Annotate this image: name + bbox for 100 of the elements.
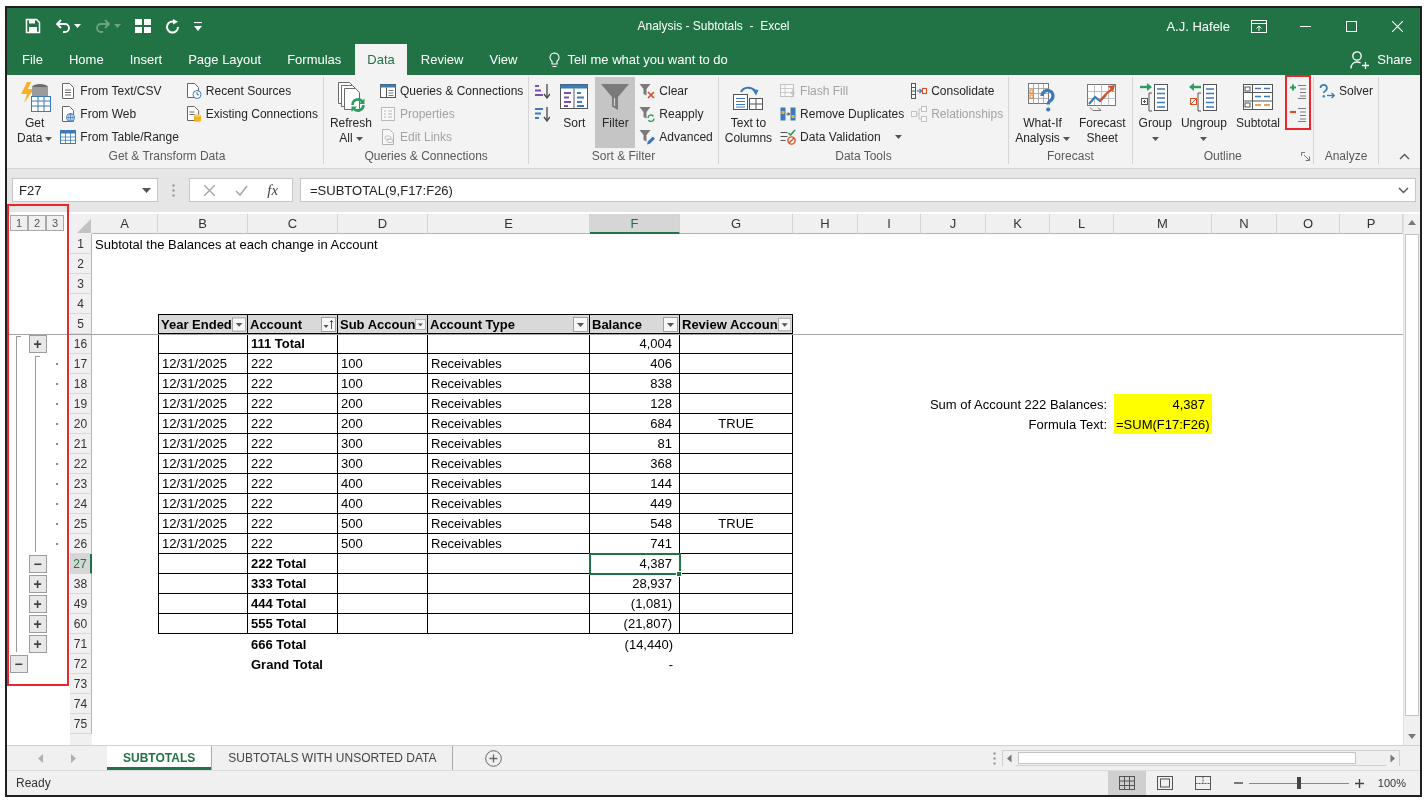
ribbon-button[interactable]: Consolidate [908,79,1007,102]
row-header[interactable]: 74 [70,694,92,714]
ribbon-tab[interactable]: Review [408,44,476,75]
row-header[interactable]: 1 [70,234,92,254]
outline-toggle-button[interactable]: + [28,335,47,353]
outline-level-button[interactable]: 3 [46,215,64,231]
ribbon-tab[interactable]: Page Layout [176,44,274,75]
ribbon-tab[interactable]: Formulas [275,44,354,75]
sheet-tab[interactable]: SUBTOTALS [107,746,213,770]
column-header[interactable]: I [858,214,921,234]
ribbon-button[interactable]: What-If Analysis [1011,77,1074,148]
column-header[interactable]: F [590,214,680,234]
column-header[interactable]: L [1050,214,1114,234]
outline-level-button[interactable]: 1 [10,215,28,231]
ribbon-button[interactable]: Sort [554,77,595,148]
formula-input[interactable]: =SUBTOTAL(9,F17:F26) [300,178,1416,202]
ribbon-button[interactable]: Get Data [13,77,57,148]
ribbon-tab[interactable]: View [477,44,530,75]
dropdown-box-icon[interactable] [573,316,588,332]
row-header[interactable]: 72 [70,654,92,674]
view-button[interactable] [1107,771,1146,795]
ribbon-button[interactable]: From Web [57,102,182,125]
outline-toggle-button[interactable]: + [28,595,47,613]
row-header[interactable]: 2 [70,254,92,274]
ribbon-button[interactable]: Remove Duplicates [777,102,908,125]
tell-me-search[interactable]: Tell me what you want to do [543,44,734,75]
ribbon-tab[interactable]: Data [355,44,407,75]
plus-icon[interactable] [1354,778,1364,788]
fill-handle[interactable] [676,571,682,577]
row-header[interactable]: 75 [70,714,92,734]
row-header[interactable]: 38 [70,574,92,594]
row-header[interactable]: 71 [70,634,92,654]
insert-function-button[interactable]: fx [267,181,279,199]
minus-icon[interactable] [1233,782,1243,784]
horizontal-scrollbar[interactable] [1002,750,1400,766]
ribbon-button[interactable]: Clear [636,79,716,102]
ribbon-button[interactable]: Subtotal [1231,77,1284,148]
column-header[interactable]: A [92,214,158,234]
ribbon-button[interactable]: Text to Columns [720,77,777,148]
chevron-up-icon[interactable] [1399,153,1410,160]
ribbon-button[interactable]: Reapply [636,102,716,125]
column-header[interactable]: G [680,214,793,234]
column-header[interactable]: B [158,214,248,234]
column-header[interactable]: H [793,214,858,234]
row-header[interactable]: 4 [70,294,92,314]
ribbon-button[interactable]: Ungroup [1176,77,1231,148]
outline-toggle-button[interactable]: + [28,575,47,593]
corner-arrow-icon[interactable] [1301,152,1310,161]
ribbon-button[interactable]: From Table/Range [57,125,182,148]
vertical-scrollbar[interactable] [1403,214,1420,745]
column-header[interactable]: D [338,214,428,234]
row-header[interactable]: 5 [70,314,92,334]
ribbon-button[interactable]: Data Validation [777,125,908,148]
row-header[interactable]: 17 [70,354,92,374]
dropdown-box-icon[interactable] [777,316,791,332]
ribbon-tab[interactable]: Home [56,44,116,75]
share-button[interactable]: Share [1344,44,1420,75]
ribbon-button[interactable]: Recent Sources [182,79,321,102]
outline-toggle-button[interactable]: + [28,615,47,633]
ribbon-tab[interactable]: File [10,44,55,75]
row-header[interactable]: 3 [70,274,92,294]
row-header[interactable]: 20 [70,414,92,434]
row-header[interactable]: 27 [70,554,92,574]
row-header[interactable]: 16 [70,334,92,354]
column-header[interactable]: P [1340,214,1403,234]
row-header[interactable]: 73 [70,674,92,694]
scrollbar-thumb[interactable] [1405,234,1419,716]
ribbon-button[interactable]: From Text/CSV [57,79,182,102]
row-header[interactable]: 21 [70,434,92,454]
row-header[interactable]: 19 [70,394,92,414]
column-header[interactable]: O [1277,214,1340,234]
column-header[interactable]: M [1114,214,1212,234]
column-header[interactable]: K [986,214,1050,234]
chevron-down-icon[interactable] [1398,186,1409,194]
ribbon-button[interactable]: Refresh All [325,77,376,148]
row-header[interactable]: 23 [70,474,92,494]
column-header[interactable]: E [428,214,590,234]
row-header[interactable]: 25 [70,514,92,534]
outline-toggle-button[interactable]: + [28,635,47,653]
ribbon-button[interactable]: Existing Connections [182,102,321,125]
scrollbar-thumb[interactable] [1018,752,1356,764]
row-header[interactable]: 18 [70,374,92,394]
row-header[interactable]: 22 [70,454,92,474]
outline-toggle-button[interactable]: − [9,655,28,673]
ribbon-button[interactable]: Group [1134,77,1176,148]
ribbon-button[interactable]: Advanced [636,125,716,148]
outline-level-button[interactable]: 2 [28,215,46,231]
plus-circle-icon[interactable] [485,749,503,767]
column-header[interactable]: N [1212,214,1277,234]
column-header[interactable]: J [921,214,986,234]
ribbon-button[interactable]: Forecast Sheet [1074,77,1130,148]
check-icon[interactable] [234,184,248,196]
ribbon-button[interactable]: Solver [1316,79,1376,102]
dropdown-box-icon[interactable] [415,316,426,332]
column-header[interactable]: C [248,214,338,234]
ribbon-button[interactable]: Queries & Connections [376,79,527,102]
outline-toggle-button[interactable]: − [28,555,47,573]
ribbon-button[interactable]: Filter [595,77,636,148]
zoom-thumb[interactable] [1296,777,1301,789]
row-header[interactable]: 49 [70,594,92,614]
